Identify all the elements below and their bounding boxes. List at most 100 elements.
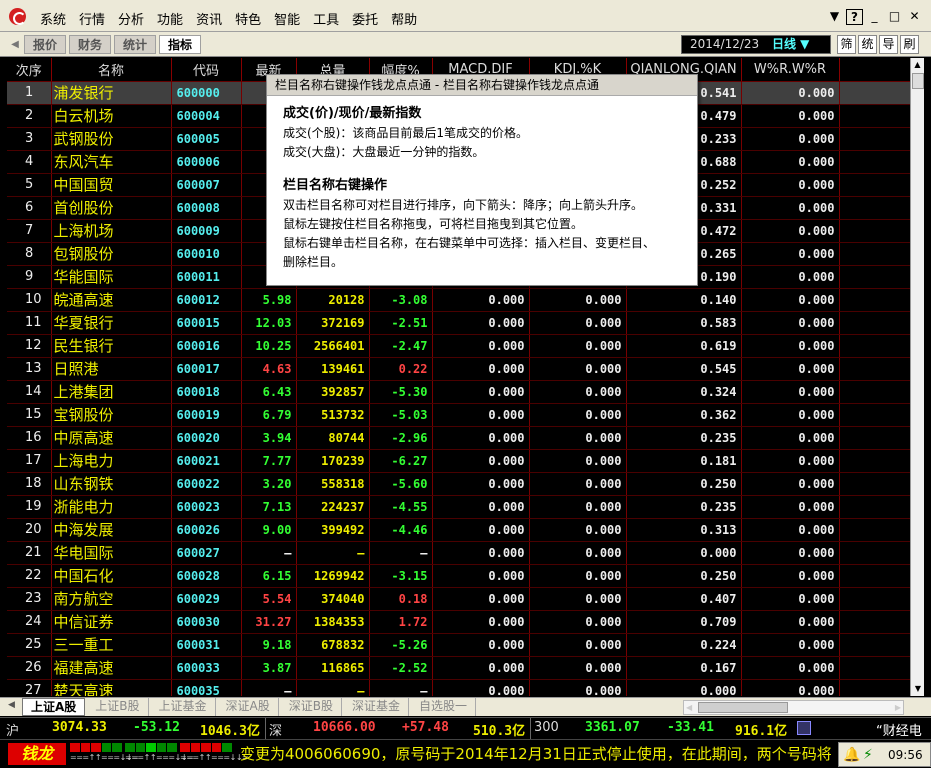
tab-scroll-left-icon[interactable]: ◀ xyxy=(8,36,22,53)
cell-kdj: 0.000 xyxy=(529,518,627,542)
table-row[interactable]: 16 中原高速 600020 3.94 80744 -2.96 0.000 0.000 0.23… xyxy=(7,426,910,450)
market-tab[interactable]: 深证A股 xyxy=(218,698,279,716)
column-header[interactable]: 次序 xyxy=(7,58,52,82)
scroll-thumb[interactable] xyxy=(912,73,924,89)
date-selector[interactable]: 2014/12/23 日线 ▼ xyxy=(681,35,831,54)
period-dropdown[interactable]: 日线 ▼ xyxy=(772,36,809,53)
tab-0[interactable]: 报价 xyxy=(24,35,66,54)
cell-bias: 0. xyxy=(839,656,910,680)
sh-amount: 1046.3亿 xyxy=(200,724,260,739)
connection-icon[interactable]: ⚡ xyxy=(863,747,873,763)
cell-code: 600031 xyxy=(171,633,242,657)
cell-kdj: 0.000 xyxy=(529,380,627,404)
table-row[interactable]: 21华电国际600027———0.0000.0000.0000.0000. xyxy=(7,541,910,565)
market-tab[interactable]: 自选股一 xyxy=(411,698,477,716)
cell-bias: 0. xyxy=(839,495,910,519)
market-tab[interactable]: 上证基金 xyxy=(151,698,216,716)
table-row[interactable]: 15 宝钢股份 600019 6.79 513732 -5.03 0.000 0.000 0.3… xyxy=(7,403,910,427)
table-row[interactable]: 27楚天高速600035———0.0000.0000.0000.0000. xyxy=(7,679,910,696)
cell-code: 600015 xyxy=(171,311,242,335)
cell-seq: 11 xyxy=(7,311,52,335)
column-header[interactable]: BIAS.Y xyxy=(839,58,910,82)
cell-seq: 5 xyxy=(7,173,52,197)
news-label[interactable]: “财经电 xyxy=(876,720,922,739)
vertical-scrollbar[interactable]: ▲ ▼ xyxy=(910,58,924,696)
hs300-change: -33.41 xyxy=(667,720,714,735)
cell-seq: 27 xyxy=(7,679,52,696)
maximize-button[interactable]: □ xyxy=(886,9,903,25)
market-tab[interactable]: 深证B股 xyxy=(281,698,342,716)
cell-name: 包钢股份 xyxy=(51,242,172,266)
cell-wr: 0.000 xyxy=(741,472,840,496)
menu-item[interactable]: 智能 xyxy=(274,9,300,28)
table-row[interactable]: 19 浙能电力 600023 7.13 224237 -4.55 0.000 0.000 0.2… xyxy=(7,495,910,519)
table-row[interactable]: 11 华夏银行 600015 12.03 372169 -2.51 0.000 0.000 0.… xyxy=(7,311,910,335)
refresh-button[interactable]: 刷 xyxy=(900,35,919,54)
cell-name: 华能国际 xyxy=(51,265,172,289)
sh-index[interactable]: 3074.33 xyxy=(52,720,107,735)
table-row[interactable]: 20 中海发展 600026 9.00 399492 -4.46 0.000 0.000 0.3… xyxy=(7,518,910,542)
table-row[interactable]: 24 中信证券 600030 31.27 1384353 1.72 0.000 0.000 0.… xyxy=(7,610,910,634)
market-tab[interactable]: 上证B股 xyxy=(87,698,149,716)
minimize-button[interactable]: _ xyxy=(866,9,883,25)
column-header[interactable]: 名称 xyxy=(51,58,172,82)
table-row[interactable]: 23 南方航空 600029 5.54 374040 0.18 0.000 0.000 0.40… xyxy=(7,587,910,611)
table-row[interactable]: 10 皖通高速 600012 5.98 20128 -3.08 0.000 0.000 0.14… xyxy=(7,288,910,312)
menu-item[interactable]: 工具 xyxy=(313,9,339,28)
cell-seq: 21 xyxy=(7,541,52,565)
help-icon[interactable]: ? xyxy=(846,9,863,25)
filter-button[interactable]: 筛 xyxy=(837,35,856,54)
news-ticker[interactable]: 变更为4006060690，原号码于2014年12月31日正式停止使用，在此期间… xyxy=(240,742,838,766)
column-header[interactable]: 代码 xyxy=(171,58,242,82)
menu-item[interactable]: 行情 xyxy=(79,9,105,28)
table-row[interactable]: 26 福建高速 600033 3.87 116865 -2.52 0.000 0.000 0.1… xyxy=(7,656,910,680)
scroll-down-icon[interactable]: ▼ xyxy=(911,682,925,696)
table-row[interactable]: 12 民生银行 600016 10.25 2566401 -2.47 0.000 0.000 0… xyxy=(7,334,910,358)
scroll-left-icon[interactable]: ◀ xyxy=(686,701,692,714)
cell-kdj: 0.000 xyxy=(529,311,627,335)
menu-item[interactable]: 委托 xyxy=(352,9,378,28)
cell-price: 7.13 xyxy=(241,495,297,519)
tab-3[interactable]: 指标 xyxy=(159,35,201,54)
table-row[interactable]: 13 日照港 600017 4.63 139461 0.22 0.000 0.000 0.545… xyxy=(7,357,910,381)
cell-vol: 678832 xyxy=(296,633,370,657)
hs300-index[interactable]: 3361.07 xyxy=(585,720,640,735)
cell-price: 3.20 xyxy=(241,472,297,496)
menu-item[interactable]: 系统 xyxy=(40,9,66,28)
news-icon[interactable] xyxy=(797,721,811,735)
market-tab[interactable]: 上证A股 xyxy=(22,698,86,716)
menu-item[interactable]: 特色 xyxy=(235,9,261,28)
cell-seq: 26 xyxy=(7,656,52,680)
scroll-up-icon[interactable]: ▲ xyxy=(911,58,924,72)
table-row[interactable]: 25 三一重工 600031 9.18 678832 -5.26 0.000 0.000 0.2… xyxy=(7,633,910,657)
cell-chg: -2.51 xyxy=(369,311,433,335)
tab-2[interactable]: 统计 xyxy=(114,35,156,54)
cell-bias: 0. xyxy=(839,518,910,542)
cell-wr: 0.000 xyxy=(741,656,840,680)
column-header[interactable]: W%R.W%R xyxy=(741,58,840,82)
table-row[interactable]: 14 上港集团 600018 6.43 392857 -5.30 0.000 0.000 0.3… xyxy=(7,380,910,404)
dropdown-icon[interactable]: ▼ xyxy=(826,9,843,25)
scroll-right-icon[interactable]: ▶ xyxy=(895,701,901,714)
tab-scroll-left-icon[interactable]: ◀ xyxy=(8,700,15,710)
menu-item[interactable]: 功能 xyxy=(157,9,183,28)
market-tab[interactable]: 深证基金 xyxy=(344,698,410,716)
sz-index[interactable]: 10666.00 xyxy=(313,720,376,735)
cell-kdj: 0.000 xyxy=(529,403,627,427)
tab-1[interactable]: 财务 xyxy=(69,35,111,54)
cell-wr: 0.000 xyxy=(741,357,840,381)
cell-wr: 0.000 xyxy=(741,219,840,243)
menu-item[interactable]: 分析 xyxy=(118,9,144,28)
horizontal-scrollbar[interactable]: ◀ ▶ xyxy=(683,700,904,715)
close-button[interactable]: ✕ xyxy=(906,9,923,25)
menu-item[interactable]: 帮助 xyxy=(391,9,417,28)
scroll-thumb[interactable] xyxy=(698,702,788,713)
table-row[interactable]: 18 山东钢铁 600022 3.20 558318 -5.60 0.000 0.000 0.2… xyxy=(7,472,910,496)
table-row[interactable]: 17 上海电力 600021 7.77 170239 -6.27 0.000 0.000 0.1… xyxy=(7,449,910,473)
table-row[interactable]: 22 中国石化 600028 6.15 1269942 -3.15 0.000 0.000 0.… xyxy=(7,564,910,588)
export-button[interactable]: 导 xyxy=(879,35,898,54)
alert-bell-icon[interactable]: 🔔 xyxy=(843,747,860,763)
cell-macd: 0.000 xyxy=(432,426,530,450)
stats-button[interactable]: 统 xyxy=(858,35,877,54)
menu-item[interactable]: 资讯 xyxy=(196,9,222,28)
